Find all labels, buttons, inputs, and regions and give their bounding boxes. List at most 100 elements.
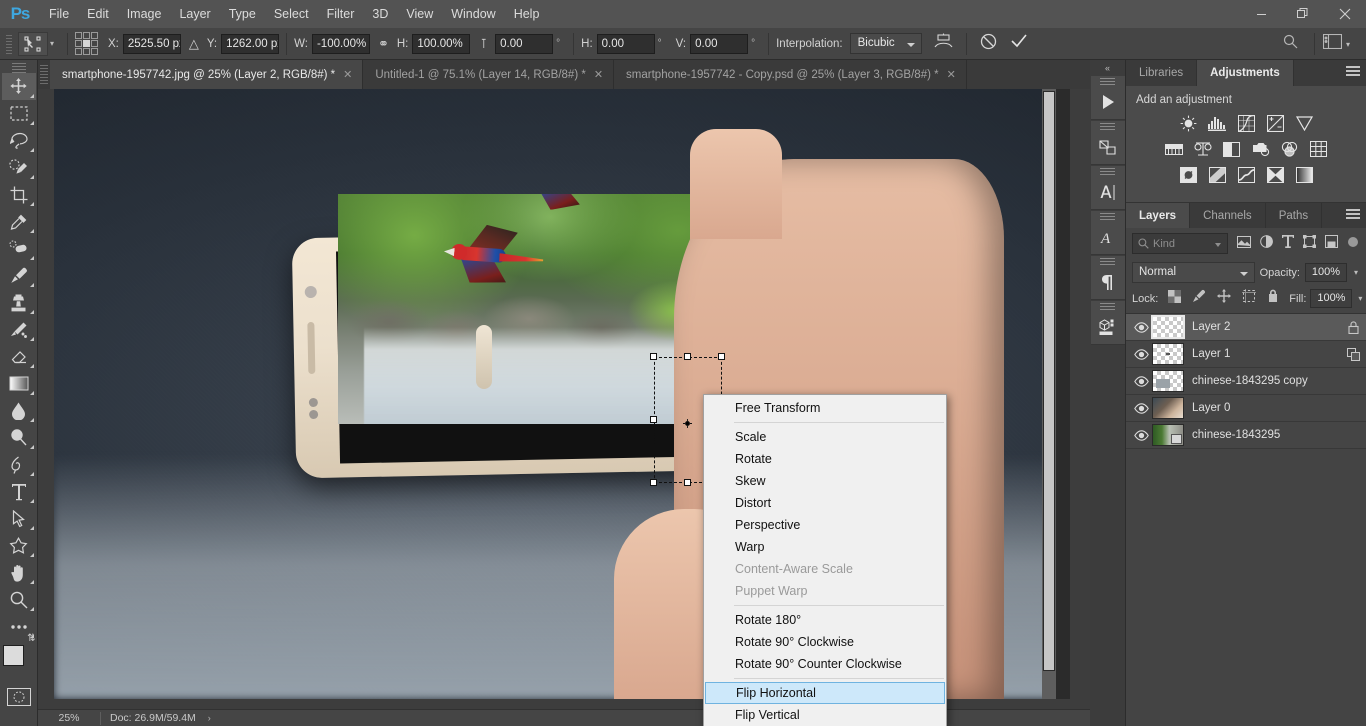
smart-object-icon[interactable]: [1340, 347, 1366, 361]
layer-row[interactable]: Layer 2: [1126, 314, 1366, 341]
channel-mixer-icon[interactable]: [1280, 140, 1300, 158]
context-menu-item-rotate[interactable]: Rotate: [704, 448, 946, 470]
sidebar-tool-dodge[interactable]: [2, 424, 36, 451]
zoom-level-input[interactable]: 25%: [38, 712, 100, 724]
tab-libraries[interactable]: Libraries: [1126, 60, 1198, 86]
color-lookup-icon[interactable]: [1309, 140, 1329, 158]
selective-color-icon[interactable]: [1265, 166, 1285, 184]
menu-window[interactable]: Window: [442, 0, 504, 28]
sidebar-tool-spot-healing-brush[interactable]: [2, 235, 36, 262]
pixel-filter-icon[interactable]: [1237, 235, 1251, 253]
document-tab[interactable]: Untitled-1 @ 75.1% (Layer 14, RGB/8#) * ✕: [363, 60, 615, 89]
layer-row[interactable]: chinese-1843295 copy: [1126, 368, 1366, 395]
sidebar-tool-eraser[interactable]: [2, 343, 36, 370]
close-icon[interactable]: ✕: [947, 68, 956, 81]
transform-handle-tc[interactable]: [684, 353, 691, 360]
workspace-switcher-icon[interactable]: [1319, 33, 1346, 54]
context-menu-item-distort[interactable]: Distort: [704, 492, 946, 514]
transform-handle-bc[interactable]: [684, 479, 691, 486]
status-expand-arrow[interactable]: ›: [205, 713, 211, 723]
invert-icon[interactable]: [1178, 166, 1198, 184]
transform-handle-tr[interactable]: [718, 353, 725, 360]
shape-filter-icon[interactable]: [1302, 234, 1317, 253]
layer-row[interactable]: chinese-1843295: [1126, 422, 1366, 449]
transform-handle-tl[interactable]: [650, 353, 657, 360]
adjustments-panel-menu-icon[interactable]: [1346, 66, 1360, 78]
menu-help[interactable]: Help: [505, 0, 549, 28]
layer-thumbnail[interactable]: [1152, 424, 1184, 446]
context-menu-item-flip-horizontal[interactable]: Flip Horizontal: [705, 682, 945, 704]
layer-thumbnail[interactable]: [1152, 370, 1184, 392]
layer-comps-panel-button[interactable]: [1090, 121, 1125, 165]
sidebar-tool-custom-shape[interactable]: [2, 532, 36, 559]
transform-handle-ml[interactable]: [650, 416, 657, 423]
sidebar-tool-history-brush[interactable]: [2, 316, 36, 343]
options-bar-grip[interactable]: [4, 32, 14, 55]
tab-channels[interactable]: Channels: [1190, 203, 1266, 229]
styles-panel-button[interactable]: A: [1090, 211, 1125, 255]
hue-saturation-icon[interactable]: [1164, 140, 1184, 158]
scrollbar-thumb[interactable]: [1043, 91, 1055, 671]
brightness-contrast-icon[interactable]: [1178, 114, 1198, 132]
layer-filter-kind-select[interactable]: Kind: [1132, 233, 1228, 254]
sidebar-tool-path-selection[interactable]: [2, 505, 36, 532]
exposure-icon[interactable]: [1265, 114, 1285, 132]
height-input[interactable]: 100.00%: [412, 33, 471, 54]
close-icon[interactable]: ✕: [594, 68, 603, 81]
context-menu-item-perspective[interactable]: Perspective: [704, 514, 946, 536]
relative-position-icon[interactable]: △: [189, 36, 199, 52]
black-white-icon[interactable]: [1222, 140, 1242, 158]
type-filter-icon[interactable]: [1282, 234, 1294, 253]
tab-paths[interactable]: Paths: [1265, 203, 1323, 229]
posterize-icon[interactable]: [1207, 166, 1227, 184]
menu-image[interactable]: Image: [118, 0, 171, 28]
layer-name[interactable]: Layer 0: [1192, 402, 1340, 414]
sidebar-tool-quick-selection[interactable]: [2, 154, 36, 181]
transform-reference-point[interactable]: [683, 415, 692, 428]
minimize-button[interactable]: [1240, 0, 1282, 28]
tabstrip-grip[interactable]: [40, 65, 48, 85]
transform-context-menu[interactable]: Free Transform Scale Rotate Skew Distort Pers…: [703, 394, 947, 726]
skew-v-input[interactable]: 0.00: [690, 33, 749, 54]
menu-edit[interactable]: Edit: [78, 0, 118, 28]
swap-colors-icon[interactable]: ⇅: [27, 633, 35, 644]
sidebar-tool-brush[interactable]: [2, 262, 36, 289]
context-menu-item-scale[interactable]: Scale: [704, 426, 946, 448]
opacity-input[interactable]: 100%: [1304, 263, 1347, 282]
opacity-chevron-icon[interactable]: ▾: [1352, 268, 1360, 277]
adjustment-filter-icon[interactable]: [1260, 234, 1273, 253]
active-tool-preset-icon[interactable]: [18, 31, 48, 56]
skew-h-input[interactable]: 0.00: [596, 33, 655, 54]
document-tab[interactable]: smartphone-1957742 - Copy.psd @ 25% (Lay…: [614, 60, 967, 89]
levels-icon[interactable]: [1207, 114, 1227, 132]
menu-type[interactable]: Type: [220, 0, 265, 28]
transform-handle-bl[interactable]: [650, 479, 657, 486]
character-panel-button[interactable]: [1090, 166, 1125, 210]
paragraph-panel-button[interactable]: [1090, 256, 1125, 300]
layer-name[interactable]: chinese-1843295 copy: [1192, 375, 1340, 387]
width-input[interactable]: -100.00%: [311, 33, 370, 54]
sidebar-tool-crop[interactable]: [2, 181, 36, 208]
filter-toggle-switch[interactable]: [1347, 235, 1359, 253]
y-input[interactable]: 1262.00 px: [221, 33, 280, 54]
quick-mask-toggle[interactable]: [6, 687, 32, 707]
lock-transparent-pixels-icon[interactable]: [1168, 289, 1182, 308]
tab-adjustments[interactable]: Adjustments: [1197, 60, 1294, 86]
layer-thumbnail[interactable]: [1151, 315, 1185, 339]
layer-visibility-eye-icon[interactable]: [1130, 321, 1152, 333]
gradient-map-icon[interactable]: [1294, 166, 1314, 184]
foreground-color-swatch[interactable]: [2, 645, 24, 666]
lock-all-icon[interactable]: [1267, 289, 1279, 308]
context-menu-item-skew[interactable]: Skew: [704, 470, 946, 492]
vibrance-icon[interactable]: [1294, 114, 1314, 132]
tab-layers[interactable]: Layers: [1126, 203, 1191, 229]
menu-filter[interactable]: Filter: [318, 0, 364, 28]
sidebar-tool-hand[interactable]: [2, 559, 36, 586]
layer-row[interactable]: Layer 0: [1126, 395, 1366, 422]
context-menu-item-flip-vertical[interactable]: Flip Vertical: [704, 704, 946, 726]
layer-visibility-eye-icon[interactable]: [1130, 402, 1152, 414]
tool-preset-chevron-icon[interactable]: ▾: [50, 39, 54, 48]
link-wh-icon[interactable]: ⚭: [378, 36, 389, 52]
photo-filter-icon[interactable]: [1251, 140, 1271, 158]
properties-3d-panel-button[interactable]: [1090, 301, 1125, 345]
